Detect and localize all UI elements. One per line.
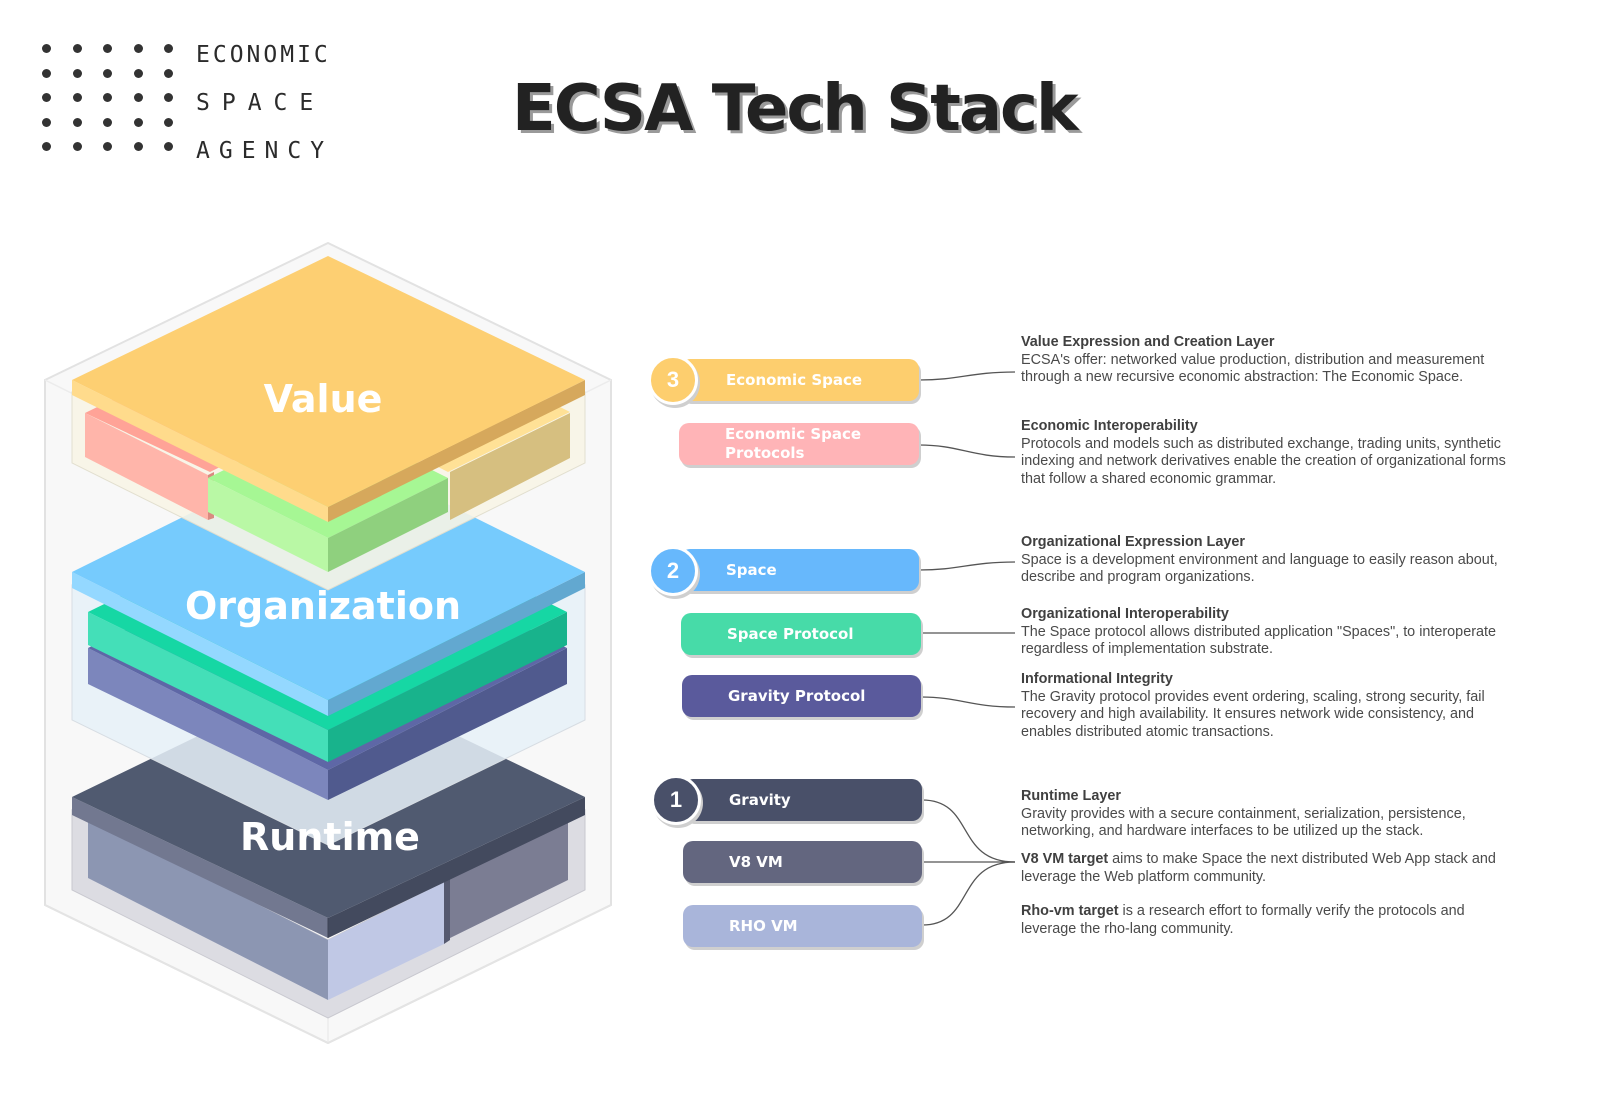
connector-space [918, 561, 1016, 571]
pill-label: Economic Space Protocols [725, 425, 862, 462]
pill-label: Gravity Protocol [728, 686, 866, 705]
pill-label: Economic Space [726, 370, 863, 389]
pill-label: RHO VM [729, 916, 798, 935]
desc-runtime-layer: Runtime Layer Gravity provides with a se… [1021, 788, 1511, 841]
desc-heading: Runtime Layer [1021, 788, 1121, 804]
runtime-block-right-edge [444, 872, 450, 944]
pill-v8-vm: V8 VM [683, 841, 922, 883]
connector-economic-space-protocols [918, 444, 1016, 458]
layer-label-organization: Organization [185, 584, 461, 628]
desc-text: Protocols and models such as distributed… [1021, 435, 1506, 487]
desc-organizational-interoperability: Organizational Interoperability The Spac… [1021, 606, 1511, 659]
pill-gravity: Gravity [683, 779, 922, 821]
connector-gravity [921, 799, 1016, 863]
desc-v8-vm-target: V8 VM target aims to make Space the next… [1021, 851, 1511, 886]
pill-economic-space-protocols: Economic Space Protocols [679, 423, 919, 465]
desc-text: Space is a development environment and l… [1021, 551, 1498, 586]
connector-economic-space [918, 371, 1016, 381]
desc-text: The Space protocol allows distributed ap… [1021, 623, 1496, 658]
desc-economic-interoperability: Economic Interoperability Protocols and … [1021, 418, 1511, 488]
desc-heading: Organizational Interoperability [1021, 606, 1229, 622]
pill-label: V8 VM [729, 852, 783, 871]
connector-rho-vm [921, 861, 1016, 926]
pill-space-protocol: Space Protocol [681, 613, 921, 655]
pill-rho-vm: RHO VM [683, 905, 922, 947]
desc-text: Gravity provides with a secure containme… [1021, 805, 1466, 840]
desc-value-expression: Value Expression and Creation Layer ECSA… [1021, 334, 1511, 387]
isometric-stack-diagram: Value Organization Runtime [44, 241, 612, 1045]
section-badge-3: 3 [648, 355, 698, 405]
pill-label: Space [726, 560, 777, 579]
section-badge-1: 1 [651, 775, 701, 825]
pill-space: Space [680, 549, 919, 591]
desc-text: ECSA's offer: networked value production… [1021, 351, 1485, 386]
section-badge-2: 2 [648, 546, 698, 596]
desc-heading: Organizational Expression Layer [1021, 534, 1245, 550]
desc-lead: Rho-vm target [1021, 903, 1119, 919]
layer-label-runtime: Runtime [240, 815, 420, 859]
desc-rho-vm-target: Rho-vm target is a research effort to fo… [1021, 903, 1511, 938]
desc-organizational-expression: Organizational Expression Layer Space is… [1021, 534, 1511, 587]
desc-heading: Value Expression and Creation Layer [1021, 334, 1275, 350]
desc-informational-integrity: Informational Integrity The Gravity prot… [1021, 671, 1511, 741]
desc-heading: Economic Interoperability [1021, 418, 1198, 434]
pill-gravity-protocol: Gravity Protocol [682, 675, 921, 717]
desc-text: The Gravity protocol provides event orde… [1021, 688, 1485, 740]
pill-label: Gravity [729, 790, 791, 809]
connector-gravity-protocol [920, 696, 1016, 708]
desc-heading: Informational Integrity [1021, 671, 1173, 687]
pill-economic-space: Economic Space [680, 359, 919, 401]
pill-label: Space Protocol [727, 624, 854, 643]
desc-lead: V8 VM target [1021, 851, 1109, 867]
layer-label-value: Value [264, 377, 383, 421]
